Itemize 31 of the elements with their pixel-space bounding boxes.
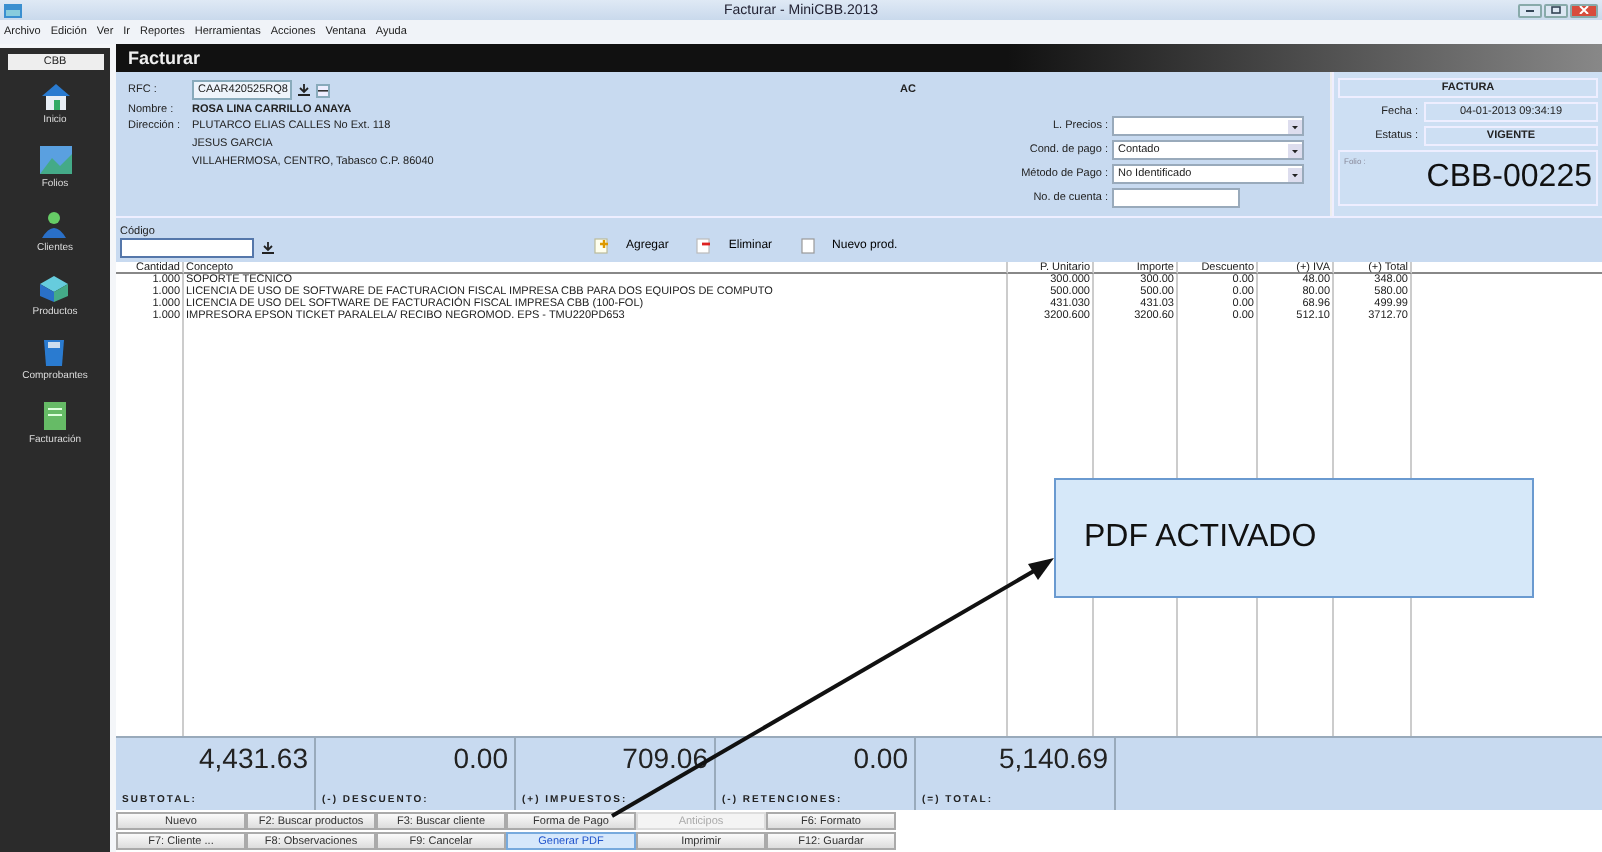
total-value: 4,431.63 <box>197 742 308 774</box>
person-icon <box>38 210 71 238</box>
dropdown-arrow-icon <box>1288 119 1302 133</box>
maximize-button[interactable] <box>1544 3 1568 17</box>
total-value: 5,140.69 <box>997 742 1108 774</box>
close-button[interactable] <box>1570 3 1598 17</box>
panel-title: Facturar <box>116 44 1602 72</box>
code-field[interactable] <box>120 238 254 258</box>
dropdown-arrow-icon <box>1288 143 1302 157</box>
remove-document-icon <box>696 238 713 254</box>
close-icon <box>1578 6 1590 14</box>
package-icon <box>38 274 71 302</box>
maximize-icon <box>1550 6 1562 14</box>
download-icon[interactable] <box>298 84 310 96</box>
add-document-icon <box>594 238 610 254</box>
browse-button[interactable] <box>316 83 330 97</box>
callout-box: PDF ACTIVADO <box>1054 478 1534 598</box>
folio-number: CBB-00225 <box>1426 160 1592 196</box>
total-value: 709.06 <box>620 742 708 774</box>
download-icon[interactable] <box>262 242 274 254</box>
picture-icon <box>39 146 71 174</box>
document-icon <box>800 238 817 254</box>
house-icon <box>39 82 71 110</box>
document-icon <box>39 402 71 430</box>
total-value: 0.00 <box>851 742 908 774</box>
minimize-icon <box>1524 6 1536 14</box>
minimize-button[interactable] <box>1518 3 1542 17</box>
app-icon <box>4 3 22 17</box>
account-field[interactable] <box>1112 188 1240 208</box>
dropdown-arrow-icon <box>1288 167 1302 181</box>
total-value: 0.00 <box>451 742 508 774</box>
